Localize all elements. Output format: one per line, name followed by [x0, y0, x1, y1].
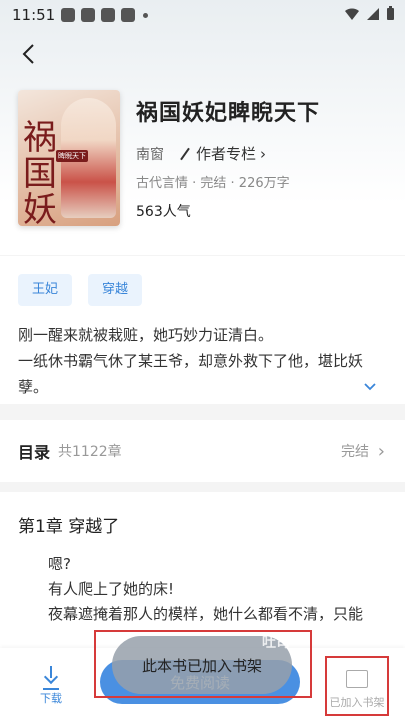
cover-title-text: 祸国妖妃	[23, 118, 57, 226]
table-of-contents-row[interactable]: 目录 共1122章 完结 ›	[0, 420, 405, 482]
pen-icon	[180, 147, 190, 160]
chapter-title: 第1章 穿越了	[18, 517, 120, 537]
author-column-link[interactable]: 作者专栏 ›	[178, 143, 266, 164]
battery-icon	[387, 6, 394, 20]
chapter-line: 夜幕遮掩着那人的模样，她什么都看不清，只能	[48, 605, 364, 623]
tag-chuanyue[interactable]: 穿越	[88, 274, 143, 306]
status-bar: 11:51	[0, 0, 405, 30]
book-description: 刚一醒来就被栽赃，她巧妙力证清白。 一纸休书霸气休了某王爷，却意外救下了他，堪比…	[18, 322, 383, 400]
chapter-line: 有人爬上了她的床!	[48, 580, 175, 598]
back-button[interactable]	[16, 40, 40, 68]
tags-and-description: 王妃 穿越 刚一醒来就被栽赃，她巧妙力证清白。 一纸休书霸气休了某王爷，却意外救…	[0, 256, 405, 404]
status-time: 11:51	[12, 6, 56, 24]
chapter-text: 嗯? 有人爬上了她的床! 夜幕遮掩着那人的模样，她什么都看不清，只能	[48, 552, 363, 627]
app-icon	[81, 8, 96, 22]
cover-badge: 睥睨天下	[56, 150, 88, 162]
wifi-icon	[345, 7, 359, 20]
added-to-shelf-button[interactable]: 已加入书架	[325, 656, 389, 716]
author-column-label: 作者专栏	[196, 145, 257, 163]
download-label: 下载	[40, 692, 62, 705]
added-to-shelf-label: 已加入书架	[329, 696, 385, 709]
signal-icon	[367, 7, 379, 20]
chevron-left-icon	[22, 44, 34, 64]
toc-label: 目录	[18, 443, 51, 462]
download-button[interactable]: 下载	[30, 666, 72, 706]
expand-chevron-icon[interactable]	[363, 380, 377, 394]
chevron-right-icon: ›	[260, 144, 267, 163]
description-line: 一纸休书霸气休了某王爷，却意外救下了他，堪比妖	[18, 352, 364, 370]
notification-dot-icon	[143, 12, 149, 18]
popularity: 563人气	[136, 204, 191, 220]
book-title: 祸国妖妃睥睨天下	[136, 101, 321, 126]
description-line: 孽。	[18, 378, 49, 396]
app-icon	[121, 8, 136, 22]
author-name[interactable]: 南窗	[136, 144, 164, 164]
image-icon	[61, 8, 76, 22]
bookshelf-icon	[346, 670, 368, 688]
description-line: 刚一醒来就被栽赃，她巧妙力证清白。	[18, 326, 274, 344]
author-line: 南窗 作者专栏 ›	[136, 143, 266, 164]
chevron-right-icon: ›	[377, 440, 385, 462]
watermark: 吐司	[262, 635, 290, 651]
book-meta: 古代言情 · 完结 · 226万字	[136, 176, 290, 191]
chapter-count: 共1122章	[58, 444, 122, 460]
book-cover: 祸国妖妃 睥睨天下	[18, 90, 120, 226]
tag-wangfei[interactable]: 王妃	[18, 274, 73, 306]
app-icon	[101, 8, 116, 22]
chapter-line: 嗯?	[48, 555, 71, 573]
completion-status: 完结	[341, 444, 369, 460]
download-icon	[43, 666, 59, 690]
